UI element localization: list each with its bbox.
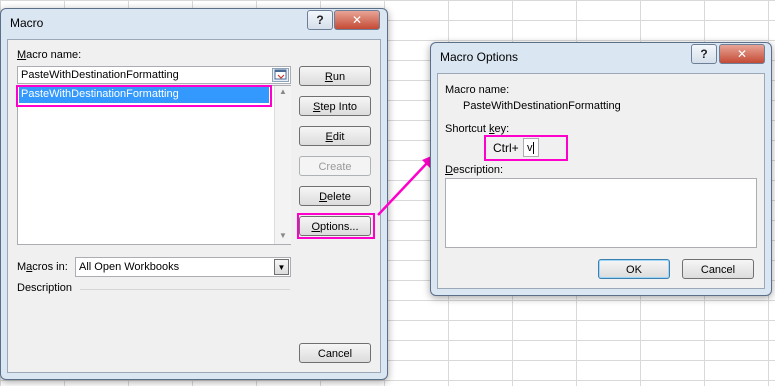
step-into-button[interactable]: Step Into (299, 96, 371, 116)
macro-name-input-text: PasteWithDestinationFormatting (21, 69, 179, 81)
delete-button[interactable]: Delete (299, 186, 371, 206)
shortcut-key-label: Shortcut key: (445, 123, 510, 135)
options-cancel-button[interactable]: Cancel (682, 259, 754, 279)
create-button[interactable]: Create (299, 156, 371, 176)
macro-dialog: Macro ? ✕ Macro name: PasteWithDestinati… (0, 8, 388, 380)
cancel-button[interactable]: Cancel (299, 343, 371, 363)
description-separator (80, 289, 290, 290)
chevron-down-icon[interactable]: ▼ (274, 259, 289, 275)
macro-name-input[interactable]: PasteWithDestinationFormatting (17, 66, 291, 84)
macro-dialog-title: Macro (10, 16, 44, 30)
description-textarea[interactable] (445, 178, 757, 248)
ok-button[interactable]: OK (598, 259, 670, 279)
scroll-up-icon[interactable]: ▲ (279, 87, 287, 96)
macro-dialog-titlebar[interactable]: Macro ? ✕ (1, 9, 387, 37)
description-label: Description (17, 282, 73, 294)
help-button[interactable]: ? (307, 10, 333, 30)
scroll-down-icon[interactable]: ▼ (279, 231, 287, 240)
options-dialog-titlebar[interactable]: Macro Options ? ✕ (431, 43, 771, 71)
macro-list-highlight (16, 85, 272, 107)
edit-button[interactable]: Edit (299, 126, 371, 146)
close-button[interactable]: ✕ (334, 10, 380, 30)
macros-in-label: Macros in: (17, 261, 68, 273)
macros-in-select[interactable]: All Open Workbooks ▼ (75, 257, 291, 277)
options-dialog-body: Macro name: PasteWithDestinationFormatti… (437, 73, 765, 289)
macro-options-dialog: Macro Options ? ✕ Macro name: PasteWithD… (430, 42, 772, 296)
options-help-button[interactable]: ? (691, 44, 717, 64)
run-button[interactable]: Run (299, 66, 371, 86)
macro-list-scrollbar[interactable]: ▲ ▼ (274, 86, 291, 244)
macro-name-label: Macro name: (17, 49, 82, 61)
options-macro-name-label: Macro name: (445, 84, 510, 96)
options-close-button[interactable]: ✕ (719, 44, 765, 64)
shortcut-highlight (484, 135, 568, 161)
options-button-highlight (297, 213, 375, 239)
macros-in-value: All Open Workbooks (79, 261, 180, 273)
collapse-dialog-icon[interactable] (272, 68, 289, 82)
options-dialog-title: Macro Options (440, 50, 519, 64)
macro-dialog-body: Macro name: PasteWithDestinationFormatti… (7, 39, 381, 373)
options-macro-name-value: PasteWithDestinationFormatting (463, 100, 621, 112)
options-description-label: Description: (445, 164, 504, 176)
macro-list[interactable]: PasteWithDestinationFormatting ▲ ▼ (17, 85, 291, 245)
